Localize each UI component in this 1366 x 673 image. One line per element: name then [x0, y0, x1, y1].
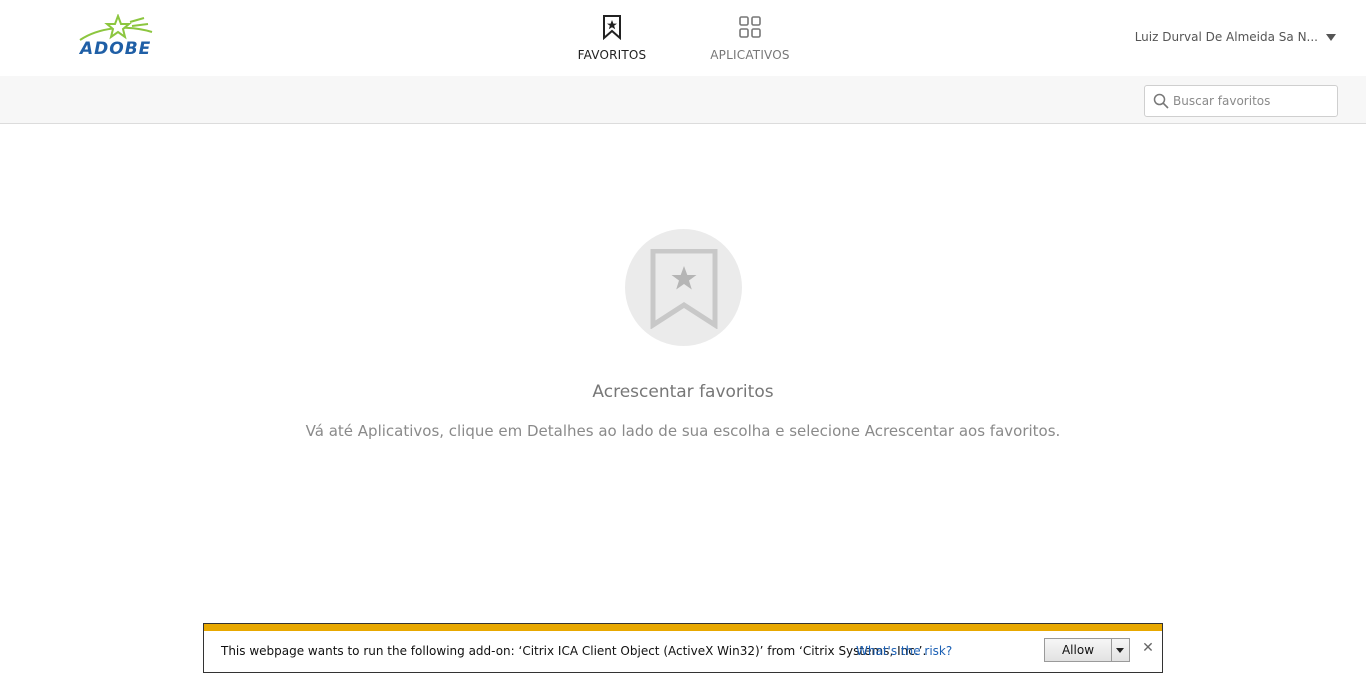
user-menu[interactable]: Luiz Durval De Almeida Sa N... — [1135, 30, 1336, 44]
logo-text: ADOBE — [80, 39, 152, 59]
grid-icon — [739, 16, 761, 38]
allow-split-button: Allow — [1044, 638, 1130, 662]
allow-dropdown-button[interactable] — [1112, 638, 1130, 662]
bookmark-star-icon — [603, 15, 621, 40]
notification-message: This webpage wants to run the following … — [221, 644, 927, 658]
addon-notification-bar: This webpage wants to run the following … — [203, 623, 1163, 673]
page: ADOBE FAVORITOS APLICATIVOS Luiz Durval … — [0, 0, 1366, 673]
tab-aplicativos[interactable]: APLICATIVOS — [706, 14, 794, 70]
top-header: ADOBE FAVORITOS APLICATIVOS Luiz Durval … — [0, 0, 1366, 76]
adobe-logo[interactable]: ADOBE — [78, 14, 158, 62]
whats-the-risk-link[interactable]: What's the risk? — [856, 644, 952, 658]
dropdown-arrow-icon — [1116, 648, 1124, 653]
notification-accent-bar — [204, 624, 1162, 631]
search-icon — [1153, 93, 1169, 109]
search-box[interactable] — [1144, 85, 1338, 117]
tab-aplicativos-label: APLICATIVOS — [710, 48, 790, 62]
search-input[interactable] — [1173, 91, 1331, 111]
bookmark-star-icon — [650, 249, 718, 329]
allow-button[interactable]: Allow — [1044, 638, 1112, 662]
caret-down-icon — [1326, 33, 1336, 41]
user-name: Luiz Durval De Almeida Sa N... — [1134, 30, 1318, 44]
empty-state-title: Acrescentar favoritos — [592, 382, 774, 402]
close-icon[interactable]: ✕ — [1141, 641, 1155, 655]
empty-state-description: Vá até Aplicativos, clique em Detalhes a… — [305, 422, 1061, 440]
search-toolbar — [0, 76, 1366, 124]
tab-favoritos-label: FAVORITOS — [577, 48, 647, 62]
tab-favoritos[interactable]: FAVORITOS — [572, 14, 652, 70]
empty-state-illustration — [625, 229, 742, 346]
